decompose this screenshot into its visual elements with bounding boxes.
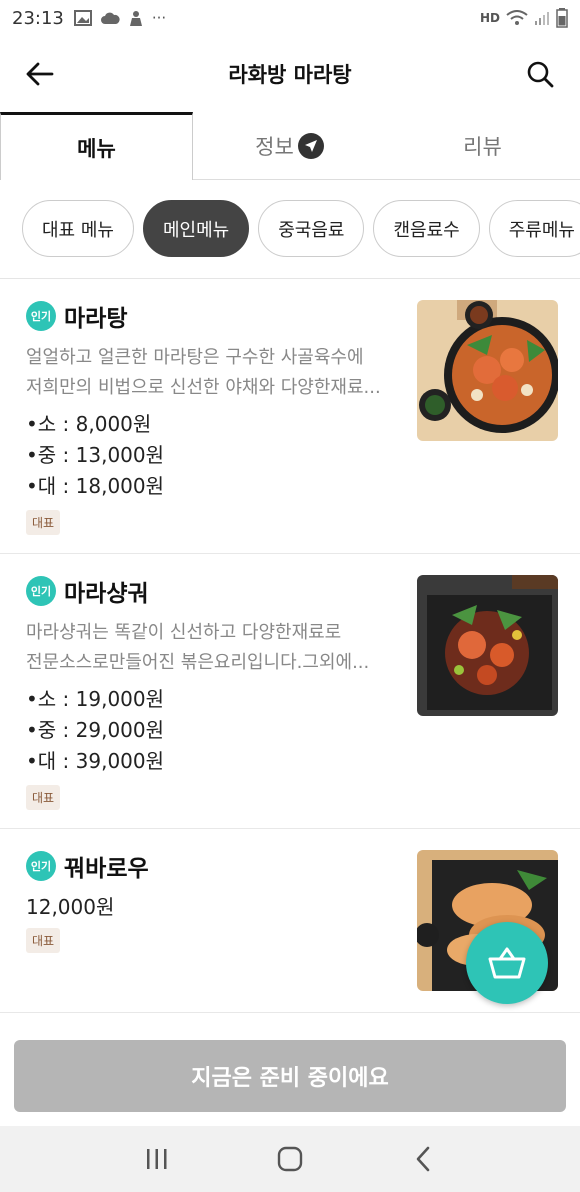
tab-bar: 메뉴 정보 리뷰 <box>0 112 580 180</box>
recents-icon <box>146 1149 167 1169</box>
desc-line: 전문소스로만들어진 볶은요리입니다.그외에... <box>26 652 370 673</box>
send-icon <box>297 132 324 159</box>
basket-icon <box>488 947 526 979</box>
signal-icon <box>535 12 549 25</box>
tab-menu-label: 메뉴 <box>77 136 116 161</box>
home-button[interactable] <box>270 1139 310 1179</box>
chip-canned-drinks[interactable]: 캔음료수 <box>373 200 480 257</box>
person-icon <box>129 11 142 26</box>
price-small: •소 : 19,000원 <box>26 687 165 711</box>
representative-tag: 대표 <box>26 785 61 810</box>
tab-menu[interactable]: 메뉴 <box>0 112 193 180</box>
representative-tag: 대표 <box>26 928 61 953</box>
search-icon <box>527 61 554 88</box>
item-name: 마라샹궈 <box>64 581 149 607</box>
price-medium: •중 : 29,000원 <box>26 718 165 742</box>
status-time: 23:13 <box>12 7 64 29</box>
item-description: 얼얼하고 얼큰한 마라탕은 구수한 사골육수에 저희만의 비법으로 신선한 야채… <box>26 343 406 403</box>
price-large: •대 : 39,000원 <box>26 749 165 773</box>
cloud-icon <box>100 12 120 24</box>
price-small: •소 : 8,000원 <box>26 412 152 436</box>
status-bar: 23:13 ··· HD <box>0 0 580 36</box>
popular-badge: 인기 <box>26 301 56 331</box>
chip-chinese-drinks[interactable]: 중국음료 <box>258 200 365 257</box>
cart-button[interactable] <box>466 922 548 1004</box>
home-icon <box>277 1146 303 1172</box>
item-prices: •소 : 19,000원 •중 : 29,000원 •대 : 39,000원 <box>26 684 406 777</box>
tab-info-label: 정보 <box>255 134 294 159</box>
battery-icon <box>556 8 568 28</box>
desc-line: 저희만의 비법으로 신선한 야채와 다양한재료... <box>26 377 381 398</box>
price-medium: •중 : 13,000원 <box>26 443 165 467</box>
menu-item-malaxiangguo[interactable]: 인기 마라샹궈 마라샹궈는 똑같이 신선하고 다양한재료로 전문소스로만들어진 … <box>0 554 580 829</box>
wifi-icon <box>506 10 528 25</box>
price-large: •대 : 18,000원 <box>26 474 165 498</box>
back-button[interactable] <box>22 56 58 92</box>
tab-reviews[interactable]: 리뷰 <box>386 112 579 179</box>
item-prices: •소 : 8,000원 •중 : 13,000원 •대 : 18,000원 <box>26 409 406 502</box>
menu-item-malatang[interactable]: 인기 마라탕 얼얼하고 얼큰한 마라탕은 구수한 사골육수에 저희만의 비법으로… <box>0 279 580 554</box>
popular-badge: 인기 <box>26 576 56 606</box>
desc-line: 마라샹궈는 똑같이 신선하고 다양한재료로 <box>26 622 342 643</box>
representative-tag: 대표 <box>26 510 61 535</box>
back-nav-button[interactable] <box>403 1139 443 1179</box>
item-photo <box>417 300 558 441</box>
recents-button[interactable] <box>137 1139 177 1179</box>
item-name: 꿔바로우 <box>64 856 149 882</box>
more-dots-icon: ··· <box>151 9 167 27</box>
system-nav-bar <box>0 1126 580 1192</box>
category-chips: 대표 메뉴 메인메뉴 중국음료 캔음료수 주류메뉴 <box>22 200 580 258</box>
order-unavailable-bar: 지금은 준비 중이에요 <box>14 1040 566 1112</box>
page-title: 라화방 마라탕 <box>228 63 352 87</box>
tab-info[interactable]: 정보 <box>193 112 386 179</box>
item-description: 마라샹궈는 똑같이 신선하고 다양한재료로 전문소스로만들어진 볶은요리입니다.… <box>26 618 406 678</box>
chip-alcohol[interactable]: 주류메뉴 <box>488 200 580 257</box>
chip-main-menu[interactable]: 메인메뉴 <box>142 200 250 257</box>
chip-representative[interactable]: 대표 메뉴 <box>22 200 134 257</box>
hd-voice-label: HD <box>479 11 500 25</box>
popular-badge: 인기 <box>26 851 56 881</box>
item-price: 12,000원 <box>26 895 115 919</box>
app-header: 라화방 마라탕 <box>0 36 580 112</box>
search-button[interactable] <box>522 56 558 92</box>
tab-reviews-label: 리뷰 <box>463 134 502 159</box>
image-icon <box>73 10 92 26</box>
item-photo <box>417 575 558 716</box>
arrow-left-icon <box>26 62 54 86</box>
chevron-left-icon <box>417 1146 430 1172</box>
desc-line: 얼얼하고 얼큰한 마라탕은 구수한 사골육수에 <box>26 347 364 368</box>
item-name: 마라탕 <box>64 306 128 332</box>
